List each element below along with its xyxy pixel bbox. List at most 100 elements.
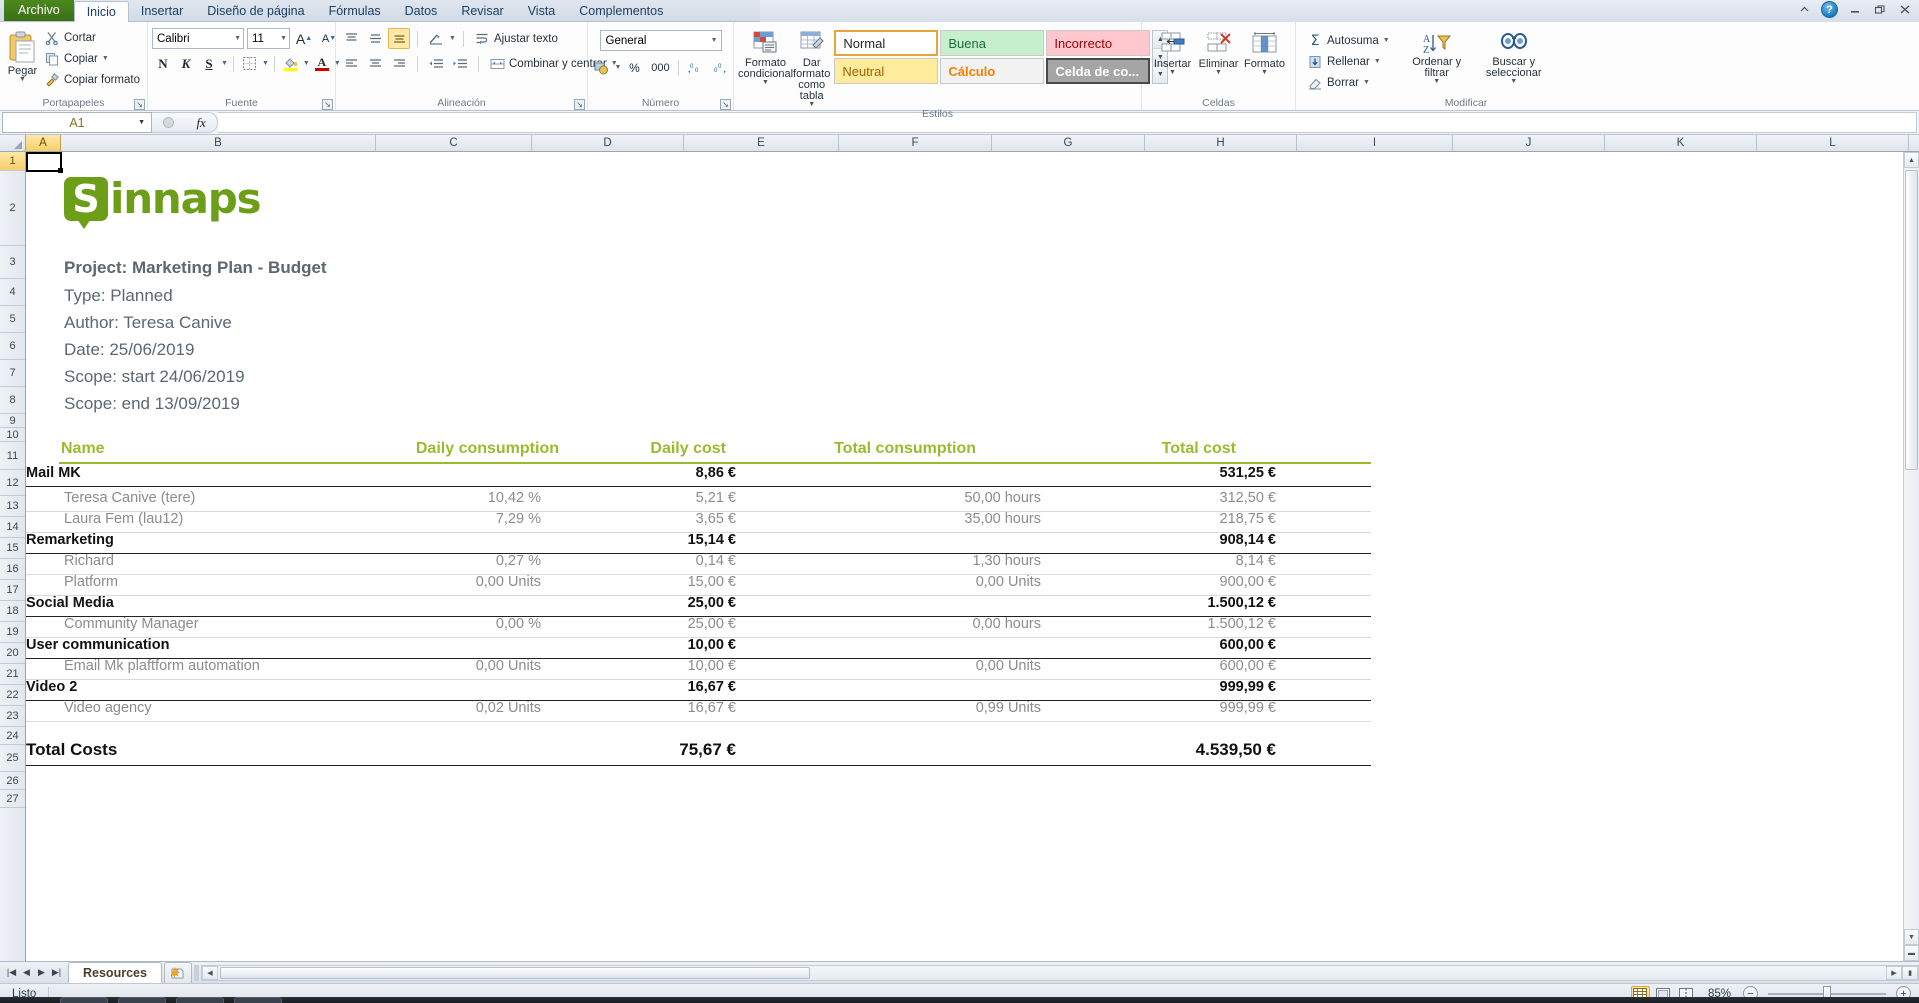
- fill-chevron-down-icon[interactable]: ▼: [303, 60, 310, 67]
- insert-cells-button[interactable]: Insertar ▼: [1150, 27, 1196, 76]
- chevron-up-icon[interactable]: [1796, 2, 1812, 18]
- font-dialog-launcher[interactable]: ↘: [322, 99, 333, 110]
- tab-archivo[interactable]: Archivo: [4, 0, 74, 21]
- table-row-7-name[interactable]: Community Manager: [64, 616, 199, 632]
- scroll-right-icon[interactable]: ▶: [1886, 965, 1902, 980]
- tab-vista[interactable]: Vista: [516, 0, 568, 21]
- underline-chevron-down-icon[interactable]: ▼: [221, 60, 228, 67]
- scroll-down-icon[interactable]: ▼: [1904, 929, 1919, 945]
- table-row-3-name[interactable]: Remarketing: [26, 532, 114, 548]
- column-header-K[interactable]: K: [1605, 135, 1757, 151]
- cell-B3-project-title[interactable]: Project: Marketing Plan - Budget: [64, 258, 327, 278]
- align-center-button[interactable]: [364, 53, 386, 74]
- number-format-select[interactable]: General ▼: [599, 30, 722, 51]
- row-header-16[interactable]: 16: [0, 559, 25, 580]
- table-row-1-name[interactable]: Teresa Canive (tere): [64, 490, 195, 506]
- table-row-5-daily-consumption[interactable]: 0,00 Units: [326, 574, 541, 590]
- chevron-down-icon[interactable]: ▼: [711, 37, 718, 44]
- increase-decimal-button[interactable]: 00: [684, 57, 706, 78]
- column-header-F[interactable]: F: [839, 135, 992, 151]
- chevron-down-icon[interactable]: ▼: [234, 35, 241, 42]
- fill-button[interactable]: Rellenar ▼: [1304, 51, 1393, 72]
- paste-button[interactable]: Pegar ▼: [4, 26, 41, 83]
- currency-chevron-down-icon[interactable]: ▼: [615, 64, 622, 71]
- table-row-11-daily-consumption[interactable]: 0,02 Units: [326, 700, 541, 716]
- column-header-E[interactable]: E: [684, 135, 839, 151]
- format-painter-button[interactable]: Copiar formato: [41, 69, 143, 90]
- align-left-button[interactable]: [340, 53, 362, 74]
- sheet-tab-resources[interactable]: Resources: [68, 962, 162, 983]
- chevron-down-icon[interactable]: ▼: [1374, 58, 1381, 65]
- table-row-4-daily-cost[interactable]: 0,14 €: [556, 553, 736, 569]
- style-normal[interactable]: Normal: [834, 30, 939, 56]
- column-header-B[interactable]: B: [61, 135, 376, 151]
- wrap-text-button[interactable]: Ajustar texto: [471, 28, 561, 49]
- table-row-10-name[interactable]: Video 2: [26, 679, 77, 695]
- chevron-down-icon[interactable]: ▼: [138, 119, 145, 126]
- table-row-8-total-cost[interactable]: 600,00 €: [1096, 637, 1276, 653]
- table-row-5-total-cost[interactable]: 900,00 €: [1096, 574, 1276, 590]
- tab-insertar[interactable]: Insertar: [129, 0, 195, 21]
- table-row-8-name[interactable]: User communication: [26, 637, 169, 653]
- table-row-5-daily-cost[interactable]: 15,00 €: [556, 574, 736, 590]
- table-header-total-cost[interactable]: Total cost: [1056, 440, 1236, 458]
- table-row-7-daily-consumption[interactable]: 0,00 %: [326, 616, 541, 632]
- table-row-2-total-cost[interactable]: 218,75 €: [1096, 511, 1276, 527]
- row-header-11[interactable]: 11: [0, 442, 25, 470]
- table-row-7-daily-cost[interactable]: 25,00 €: [556, 616, 736, 632]
- borders-button[interactable]: [239, 53, 261, 74]
- chevron-down-icon[interactable]: ▼: [1433, 78, 1440, 85]
- align-top-button[interactable]: [340, 28, 362, 49]
- column-header-L[interactable]: L: [1757, 135, 1909, 151]
- cut-button[interactable]: Cortar: [41, 27, 143, 48]
- row-header-25[interactable]: 25: [0, 745, 25, 772]
- scroll-left-icon[interactable]: ◀: [201, 965, 218, 980]
- table-row-4-total-consumption[interactable]: 1,30 hours: [836, 553, 1041, 569]
- table-row-4-total-cost[interactable]: 8,14 €: [1096, 553, 1276, 569]
- row-header-20[interactable]: 20: [0, 643, 25, 664]
- chevron-down-icon[interactable]: ▼: [102, 55, 109, 62]
- format-cells-button[interactable]: Formato ▼: [1242, 27, 1288, 76]
- table-row-0-name[interactable]: Mail MK: [26, 465, 81, 481]
- table-row-1-daily-consumption[interactable]: 10,42 %: [326, 490, 541, 506]
- cell-B6-date[interactable]: Date: 25/06/2019: [64, 340, 194, 360]
- new-sheet-icon[interactable]: [163, 962, 192, 983]
- cell-B8-scope-end[interactable]: Scope: end 13/09/2019: [64, 394, 240, 414]
- row-header-8[interactable]: 8: [0, 387, 25, 414]
- select-all-corner[interactable]: [0, 135, 26, 151]
- horizontal-split-handle-icon[interactable]: ▮: [1902, 965, 1918, 980]
- orientation-chevron-down-icon[interactable]: ▼: [449, 35, 456, 42]
- table-total-daily-cost[interactable]: 75,67 €: [556, 740, 736, 760]
- table-row-11-name[interactable]: Video agency: [64, 700, 152, 716]
- increase-indent-button[interactable]: [449, 53, 471, 74]
- table-row-2-daily-consumption[interactable]: 7,29 %: [326, 511, 541, 527]
- cells-area[interactable]: S innaps Project: Marketing Plan - Budge…: [26, 152, 1919, 961]
- tab-revisar[interactable]: Revisar: [449, 0, 515, 21]
- autosum-button[interactable]: Σ Autosuma ▼: [1304, 30, 1393, 51]
- row-header-15[interactable]: 15: [0, 538, 25, 559]
- column-header-J[interactable]: J: [1453, 135, 1605, 151]
- table-row-3-daily-cost[interactable]: 15,14 €: [556, 532, 736, 548]
- row-header-27[interactable]: 27: [0, 790, 25, 808]
- taskbar-item[interactable]: [60, 997, 108, 1003]
- column-header-I[interactable]: I: [1297, 135, 1453, 151]
- style-calculo[interactable]: Cálculo: [940, 58, 1045, 84]
- chevron-down-icon[interactable]: ▼: [280, 35, 287, 42]
- table-row-6-total-cost[interactable]: 1.500,12 €: [1096, 595, 1276, 611]
- table-row-2-name[interactable]: Laura Fem (lau12): [64, 511, 183, 527]
- horizontal-scroll-thumb[interactable]: [219, 966, 810, 979]
- table-header-daily-consumption[interactable]: Daily consumption: [374, 440, 559, 458]
- row-header-12[interactable]: 12: [0, 470, 25, 496]
- table-row-10-total-cost[interactable]: 999,99 €: [1096, 679, 1276, 695]
- format-as-table-button[interactable]: Dar formato como tabla ▼: [793, 27, 830, 108]
- row-header-1[interactable]: 1: [0, 152, 25, 171]
- chevron-down-icon[interactable]: ▼: [1215, 69, 1222, 76]
- italic-button[interactable]: K: [175, 53, 197, 74]
- table-row-11-total-consumption[interactable]: 0,99 Units: [836, 700, 1041, 716]
- table-row-9-name[interactable]: Email Mk plaftform automation: [64, 658, 260, 674]
- table-row-0-daily-cost[interactable]: 8,86 €: [556, 465, 736, 481]
- table-row-3-total-cost[interactable]: 908,14 €: [1096, 532, 1276, 548]
- prev-sheet-icon[interactable]: ◀: [20, 967, 33, 978]
- table-row-7-total-cost[interactable]: 1.500,12 €: [1096, 616, 1276, 632]
- cell-B5-author[interactable]: Author: Teresa Canive: [64, 313, 232, 333]
